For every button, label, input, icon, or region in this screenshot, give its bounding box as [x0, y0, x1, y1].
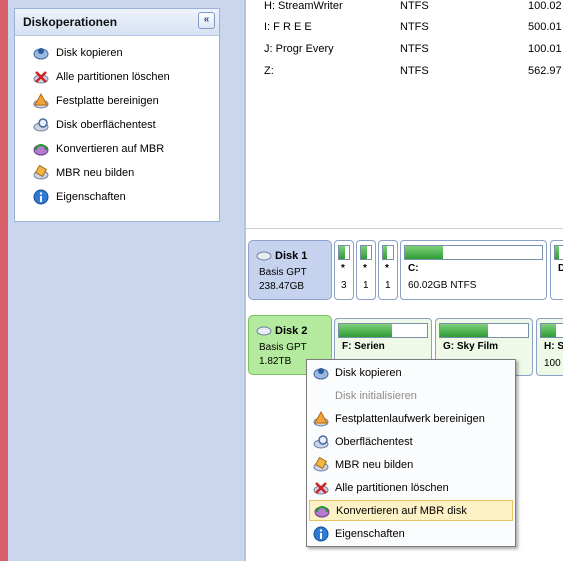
volume-name: H: StreamWriter — [264, 0, 343, 12]
op-disk-oberflaechentest[interactable]: Disk oberflächentest — [33, 115, 156, 135]
delete-partitions-icon — [33, 69, 49, 85]
menu-item-label: Alle partitionen löschen — [335, 481, 449, 494]
volume-size: 500.01 — [528, 21, 562, 33]
usage-bar — [540, 323, 563, 338]
partition-label: D — [558, 263, 563, 274]
menu-item-mbr-neu-bilden[interactable]: MBR neu bilden — [309, 454, 513, 475]
info-icon — [33, 189, 49, 205]
menu-item-label: MBR neu bilden — [335, 458, 414, 471]
op-eigenschaften[interactable]: Eigenschaften — [33, 187, 126, 207]
disk-size: 1.82TB — [259, 356, 292, 367]
partition-label: F: Serien — [342, 341, 385, 352]
usage-bar — [404, 245, 543, 260]
op-disk-kopieren[interactable]: Disk kopieren — [33, 43, 123, 63]
menu-item-label: Oberflächentest — [335, 435, 413, 448]
op-label: Alle partitionen löschen — [56, 71, 170, 83]
info-icon — [313, 526, 329, 542]
window-left-edge — [0, 0, 8, 561]
usage-bar — [382, 245, 394, 260]
partition-block[interactable]: D — [550, 240, 563, 300]
volume-name: Z: — [264, 65, 274, 77]
volume-name: I: F R E E — [264, 21, 312, 33]
op-konvertieren-auf-mbr[interactable]: Konvertieren auf MBR — [33, 139, 164, 159]
partition-label: H: S — [544, 341, 563, 352]
panel-header: Diskoperationen « — [15, 9, 219, 36]
menu-item-label: Festplattenlaufwerk bereinigen — [335, 412, 485, 425]
volume-size: 562.97 — [528, 65, 562, 77]
partition-info: 1 — [385, 280, 391, 291]
op-label: Disk kopieren — [56, 47, 123, 59]
menu-item-label: Disk initialisieren — [335, 389, 417, 402]
partition-block[interactable]: H: S 100 — [536, 318, 563, 376]
usage-bar — [360, 245, 372, 260]
partition-label: C: — [408, 263, 419, 274]
disk-type: Basis GPT — [259, 267, 307, 278]
volume-fs: NTFS — [400, 43, 429, 55]
partition-block[interactable]: * 1 — [378, 240, 398, 300]
menu-item-label: Eigenschaften — [335, 527, 405, 540]
surface-test-icon — [33, 117, 49, 133]
menu-item-alle-partitionen-loeschen[interactable]: Alle partitionen löschen — [309, 477, 513, 498]
partition-info: 3 — [341, 280, 347, 291]
collapse-panel-button[interactable]: « — [198, 12, 215, 29]
op-alle-partitionen-loeschen[interactable]: Alle partitionen löschen — [33, 67, 170, 87]
disk-operations-panel: Diskoperationen « Disk kopieren Alle par… — [14, 8, 220, 222]
usage-bar — [338, 323, 428, 338]
disk-name: Disk 2 — [275, 325, 308, 337]
surface-test-icon — [313, 434, 329, 450]
wipe-disk-icon — [313, 410, 329, 427]
op-label: Festplatte bereinigen — [56, 95, 159, 107]
disk-icon — [256, 325, 272, 340]
partition-info: 100 — [544, 358, 561, 369]
op-festplatte-bereinigen[interactable]: Festplatte bereinigen — [33, 91, 159, 111]
convert-mbr-icon — [33, 141, 49, 157]
disk1-header[interactable]: Disk 1 Basis GPT 238.47GB — [248, 240, 332, 300]
rebuild-mbr-icon — [33, 165, 49, 181]
volume-size: 100.02 — [528, 0, 562, 12]
menu-item-eigenschaften[interactable]: Eigenschaften — [309, 523, 513, 544]
usage-bar — [439, 323, 529, 338]
partition-label: * — [385, 263, 389, 274]
partition-info: 60.02GB NTFS — [408, 280, 477, 291]
delete-partitions-icon — [313, 480, 329, 496]
volume-fs: NTFS — [400, 65, 429, 77]
partition-label: * — [341, 263, 345, 274]
disk-size: 238.47GB — [259, 281, 305, 292]
partition-block[interactable]: * 1 — [356, 240, 376, 300]
volume-fs: NTFS — [400, 21, 429, 33]
partition-label: * — [363, 263, 367, 274]
op-label: Disk oberflächentest — [56, 119, 156, 131]
usage-bar — [554, 245, 563, 260]
convert-mbr-icon — [314, 503, 330, 519]
usage-bar — [338, 245, 350, 260]
op-label: Konvertieren auf MBR — [56, 143, 165, 155]
menu-item-disk-initialisieren: Disk initialisieren — [309, 385, 513, 406]
menu-item-oberflaechentest[interactable]: Oberflächentest — [309, 431, 513, 452]
context-menu: Disk kopieren Disk initialisieren Festpl… — [306, 359, 516, 547]
menu-item-disk-kopieren[interactable]: Disk kopieren — [309, 362, 513, 383]
copy-disk-icon — [33, 45, 49, 61]
menu-item-konvertieren-auf-mbr-disk[interactable]: Konvertieren auf MBR disk — [309, 500, 513, 521]
partition-block[interactable]: * 3 — [334, 240, 354, 300]
copy-disk-icon — [313, 365, 329, 381]
volume-size: 100.01 — [528, 43, 562, 55]
disk-icon — [256, 250, 272, 265]
panel-title: Diskoperationen — [23, 15, 118, 29]
op-label: Eigenschaften — [56, 191, 126, 203]
menu-item-label: Konvertieren auf MBR disk — [336, 504, 467, 517]
wipe-disk-icon — [33, 93, 49, 109]
disk-name: Disk 1 — [275, 250, 308, 262]
op-mbr-neu-bilden[interactable]: MBR neu bilden — [33, 163, 134, 183]
rebuild-mbr-icon — [313, 456, 329, 473]
menu-item-festplattenlaufwerk-bereinigen[interactable]: Festplattenlaufwerk bereinigen — [309, 408, 513, 429]
disk-type: Basis GPT — [259, 342, 307, 353]
partition-block[interactable]: C: 60.02GB NTFS — [400, 240, 547, 300]
volume-fs: NTFS — [400, 0, 429, 12]
partition-info: 1 — [363, 280, 369, 291]
partition-label: G: Sky Film — [443, 341, 499, 352]
volume-name: J: Progr Every — [264, 43, 334, 55]
op-label: MBR neu bilden — [56, 167, 135, 179]
menu-item-label: Disk kopieren — [335, 366, 402, 379]
